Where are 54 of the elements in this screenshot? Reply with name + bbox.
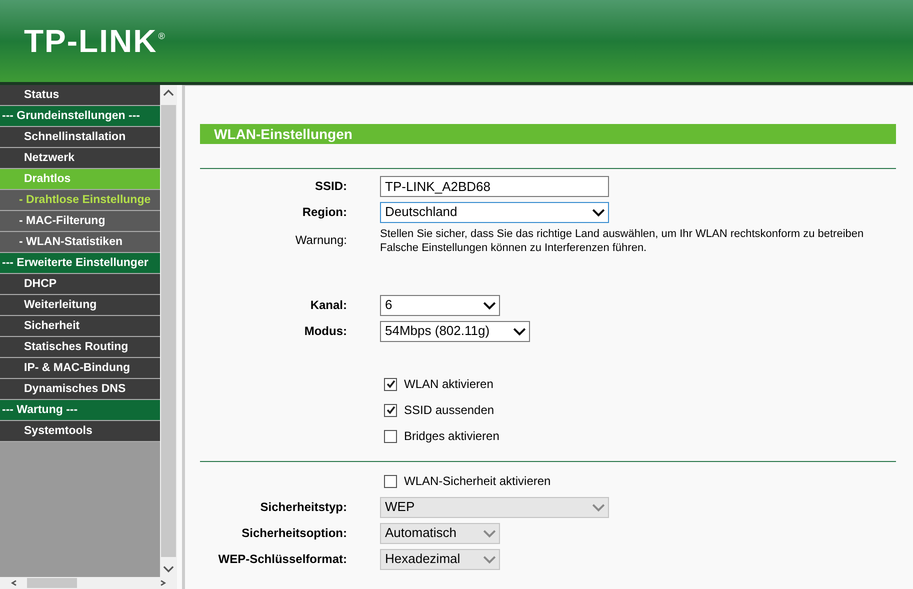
chevron-down-icon [483, 528, 496, 538]
menu-section-header: --- Erweiterte Einstellunger [0, 253, 160, 274]
chevron-left-icon [10, 579, 19, 587]
field-label: Sicherheitstyp: [260, 500, 347, 514]
chevron-down-icon [592, 208, 605, 216]
chevron-right-icon [158, 579, 167, 587]
chevron-down-icon [163, 565, 174, 573]
menu-item[interactable]: Status [0, 85, 160, 106]
field-label: Sicherheitsoption: [242, 526, 347, 540]
menu-item[interactable]: Statisches Routing [0, 337, 160, 358]
checkbox-label: WLAN-Sicherheit aktivieren [404, 473, 551, 490]
dropdown[interactable]: Deutschland [380, 202, 609, 222]
field-label: SSID: [314, 179, 347, 193]
menu-item[interactable]: Netzwerk [0, 148, 160, 169]
menu-item[interactable]: IP- & MAC-Bindung [0, 358, 160, 379]
field-label: Modus: [304, 324, 347, 338]
menu-item[interactable]: Sicherheit [0, 316, 160, 337]
vertical-scrollbar[interactable] [160, 85, 177, 577]
menu-item[interactable]: Schnellinstallation [0, 127, 160, 148]
checkbox-label: WLAN aktivieren [404, 376, 494, 393]
menu-item[interactable]: - Drahtlose Einstellunge [0, 190, 160, 211]
checkbox[interactable] [384, 378, 397, 390]
warning-text: Stellen Sie sicher, dass Sie das richtige Land auswählen, um Ihr WLAN rechtskonform zu betreiben Falsche Einstellungen können zu Interferenzen führen. [380, 227, 864, 256]
field-label: Region: [302, 205, 347, 219]
checkbox[interactable] [384, 474, 397, 488]
dropdown[interactable]: 54Mbps (802.11g) [380, 320, 530, 342]
warning-label: Warnung: [295, 233, 347, 247]
menu-item[interactable]: Dynamisches DNS [0, 379, 160, 400]
menu-item[interactable]: Weiterleitung [0, 295, 160, 316]
menu-section-header: --- Wartung --- [0, 400, 160, 421]
dropdown[interactable]: 6 [380, 294, 500, 316]
menu-section-header: --- Grundeinstellungen --- [0, 106, 160, 127]
registered-mark: ® [158, 30, 165, 43]
checkbox-label: SSID aussenden [404, 402, 494, 419]
section-title-bar: WLAN-Einstellungen [200, 124, 896, 144]
checkmark-icon [386, 379, 396, 389]
chevron-down-icon [483, 554, 496, 564]
chevron-down-icon [513, 326, 526, 336]
menu-item[interactable]: - WLAN-Statistiken [0, 232, 160, 253]
menu-item[interactable]: Systemtools [0, 421, 160, 442]
chevron-up-icon [163, 89, 174, 97]
field-label: WEP-Schlüsselformat: [218, 552, 347, 566]
checkbox[interactable] [384, 430, 397, 442]
checkmark-icon [386, 405, 396, 415]
chevron-down-icon [483, 300, 496, 310]
menu-item[interactable]: - MAC-Filterung [0, 211, 160, 232]
chevron-down-icon [592, 502, 605, 512]
horizontal-scrollbar[interactable] [0, 577, 177, 589]
menu-item[interactable]: DHCP [0, 274, 160, 295]
checkbox[interactable] [384, 404, 397, 416]
ssid-input[interactable]: TP-LINK_A2BD68 [380, 176, 609, 196]
field-label: Kanal: [310, 298, 347, 312]
checkbox-label: Bridges aktivieren [404, 428, 500, 445]
logo: TP-LINK [24, 22, 158, 61]
